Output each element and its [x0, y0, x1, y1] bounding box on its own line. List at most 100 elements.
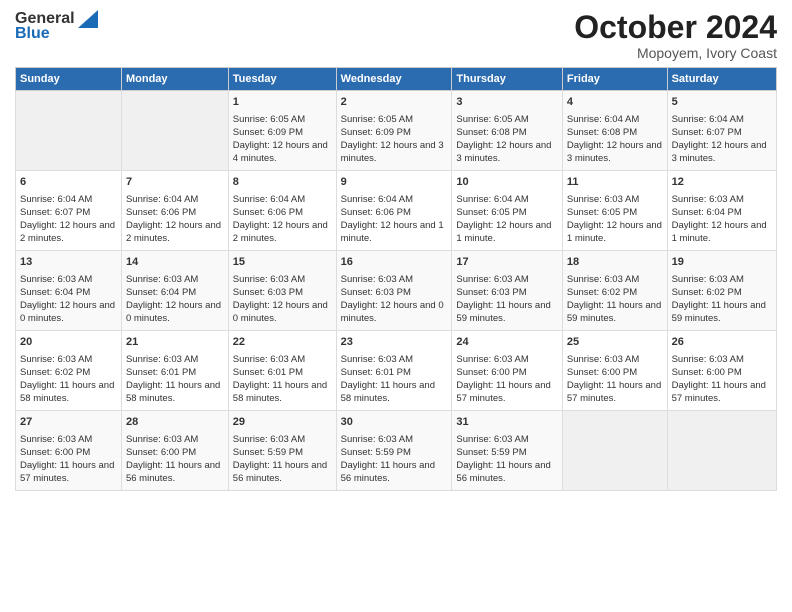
header: General Blue October 2024 Mopoyem, Ivory… — [15, 10, 777, 61]
day-cell-4-0: 27 Sunrise: 6:03 AM Sunset: 6:00 PM Dayl… — [16, 411, 122, 491]
sunset: Sunset: 6:05 PM — [567, 207, 637, 218]
sunset: Sunset: 6:09 PM — [233, 127, 303, 138]
daylight: Daylight: 12 hours and 3 minutes. — [456, 140, 551, 164]
day-number: 30 — [341, 415, 448, 430]
sunset: Sunset: 6:02 PM — [672, 287, 742, 298]
day-number: 26 — [672, 335, 772, 350]
sunset: Sunset: 6:07 PM — [672, 127, 742, 138]
day-cell-4-4: 31 Sunrise: 6:03 AM Sunset: 5:59 PM Dayl… — [452, 411, 562, 491]
day-number: 4 — [567, 95, 663, 110]
sunrise: Sunrise: 6:05 AM — [341, 114, 413, 125]
day-number: 24 — [456, 335, 557, 350]
day-cell-2-4: 17 Sunrise: 6:03 AM Sunset: 6:03 PM Dayl… — [452, 251, 562, 331]
day-number: 29 — [233, 415, 332, 430]
col-friday: Friday — [562, 68, 667, 91]
day-number: 10 — [456, 175, 557, 190]
sunset: Sunset: 6:00 PM — [567, 367, 637, 378]
daylight: Daylight: 11 hours and 59 minutes. — [456, 300, 550, 324]
daylight: Daylight: 12 hours and 2 minutes. — [20, 220, 115, 244]
day-number: 14 — [126, 255, 224, 270]
sunrise: Sunrise: 6:05 AM — [233, 114, 305, 125]
sunrise: Sunrise: 6:03 AM — [126, 274, 198, 285]
day-cell-0-3: 2 Sunrise: 6:05 AM Sunset: 6:09 PM Dayli… — [336, 91, 452, 171]
sunrise: Sunrise: 6:03 AM — [341, 434, 413, 445]
day-number: 28 — [126, 415, 224, 430]
day-number: 27 — [20, 415, 117, 430]
sunrise: Sunrise: 6:05 AM — [456, 114, 528, 125]
day-number: 1 — [233, 95, 332, 110]
day-cell-1-1: 7 Sunrise: 6:04 AM Sunset: 6:06 PM Dayli… — [121, 171, 228, 251]
sunset: Sunset: 6:01 PM — [126, 367, 196, 378]
daylight: Daylight: 11 hours and 56 minutes. — [456, 460, 550, 484]
sunrise: Sunrise: 6:03 AM — [126, 434, 198, 445]
subtitle: Mopoyem, Ivory Coast — [574, 45, 777, 61]
daylight: Daylight: 11 hours and 56 minutes. — [126, 460, 220, 484]
sunrise: Sunrise: 6:03 AM — [341, 354, 413, 365]
sunset: Sunset: 6:06 PM — [341, 207, 411, 218]
sunrise: Sunrise: 6:03 AM — [233, 434, 305, 445]
day-number: 6 — [20, 175, 117, 190]
day-cell-3-6: 26 Sunrise: 6:03 AM Sunset: 6:00 PM Dayl… — [667, 331, 776, 411]
sunset: Sunset: 6:02 PM — [20, 367, 90, 378]
sunset: Sunset: 6:01 PM — [341, 367, 411, 378]
day-cell-1-6: 12 Sunrise: 6:03 AM Sunset: 6:04 PM Dayl… — [667, 171, 776, 251]
day-number: 3 — [456, 95, 557, 110]
day-cell-1-5: 11 Sunrise: 6:03 AM Sunset: 6:05 PM Dayl… — [562, 171, 667, 251]
sunrise: Sunrise: 6:04 AM — [341, 194, 413, 205]
day-number: 19 — [672, 255, 772, 270]
week-row-4: 20 Sunrise: 6:03 AM Sunset: 6:02 PM Dayl… — [16, 331, 777, 411]
sunset: Sunset: 6:00 PM — [126, 447, 196, 458]
sunrise: Sunrise: 6:03 AM — [341, 274, 413, 285]
main-title: October 2024 — [574, 10, 777, 45]
sunrise: Sunrise: 6:03 AM — [567, 274, 639, 285]
sunrise: Sunrise: 6:04 AM — [20, 194, 92, 205]
day-cell-2-6: 19 Sunrise: 6:03 AM Sunset: 6:02 PM Dayl… — [667, 251, 776, 331]
day-cell-1-2: 8 Sunrise: 6:04 AM Sunset: 6:06 PM Dayli… — [228, 171, 336, 251]
daylight: Daylight: 12 hours and 3 minutes. — [672, 140, 767, 164]
day-number: 22 — [233, 335, 332, 350]
sunset: Sunset: 6:06 PM — [126, 207, 196, 218]
day-number: 25 — [567, 335, 663, 350]
sunset: Sunset: 6:06 PM — [233, 207, 303, 218]
daylight: Daylight: 12 hours and 2 minutes. — [126, 220, 221, 244]
sunset: Sunset: 6:03 PM — [456, 287, 526, 298]
daylight: Daylight: 12 hours and 1 minute. — [672, 220, 767, 244]
col-wednesday: Wednesday — [336, 68, 452, 91]
sunset: Sunset: 6:09 PM — [341, 127, 411, 138]
day-number: 20 — [20, 335, 117, 350]
sunset: Sunset: 5:59 PM — [456, 447, 526, 458]
title-block: October 2024 Mopoyem, Ivory Coast — [574, 10, 777, 61]
sunset: Sunset: 5:59 PM — [341, 447, 411, 458]
day-number: 5 — [672, 95, 772, 110]
sunrise: Sunrise: 6:03 AM — [20, 354, 92, 365]
sunrise: Sunrise: 6:04 AM — [233, 194, 305, 205]
daylight: Daylight: 12 hours and 4 minutes. — [233, 140, 328, 164]
daylight: Daylight: 12 hours and 2 minutes. — [233, 220, 328, 244]
calendar-table: Sunday Monday Tuesday Wednesday Thursday… — [15, 67, 777, 491]
col-saturday: Saturday — [667, 68, 776, 91]
sunset: Sunset: 6:04 PM — [126, 287, 196, 298]
day-number: 7 — [126, 175, 224, 190]
day-number: 16 — [341, 255, 448, 270]
day-cell-2-0: 13 Sunrise: 6:03 AM Sunset: 6:04 PM Dayl… — [16, 251, 122, 331]
day-cell-2-2: 15 Sunrise: 6:03 AM Sunset: 6:03 PM Dayl… — [228, 251, 336, 331]
sunrise: Sunrise: 6:03 AM — [456, 354, 528, 365]
sunrise: Sunrise: 6:03 AM — [456, 274, 528, 285]
day-cell-4-5 — [562, 411, 667, 491]
day-cell-0-1 — [121, 91, 228, 171]
sunrise: Sunrise: 6:03 AM — [456, 434, 528, 445]
day-number: 23 — [341, 335, 448, 350]
sunset: Sunset: 6:08 PM — [456, 127, 526, 138]
sunset: Sunset: 6:05 PM — [456, 207, 526, 218]
daylight: Daylight: 11 hours and 57 minutes. — [456, 380, 550, 404]
day-number: 12 — [672, 175, 772, 190]
sunrise: Sunrise: 6:04 AM — [126, 194, 198, 205]
day-number: 8 — [233, 175, 332, 190]
day-cell-4-3: 30 Sunrise: 6:03 AM Sunset: 5:59 PM Dayl… — [336, 411, 452, 491]
day-cell-0-0 — [16, 91, 122, 171]
day-cell-0-2: 1 Sunrise: 6:05 AM Sunset: 6:09 PM Dayli… — [228, 91, 336, 171]
day-cell-0-4: 3 Sunrise: 6:05 AM Sunset: 6:08 PM Dayli… — [452, 91, 562, 171]
sunset: Sunset: 6:00 PM — [672, 367, 742, 378]
daylight: Daylight: 11 hours and 57 minutes. — [672, 380, 766, 404]
day-cell-0-5: 4 Sunrise: 6:04 AM Sunset: 6:08 PM Dayli… — [562, 91, 667, 171]
